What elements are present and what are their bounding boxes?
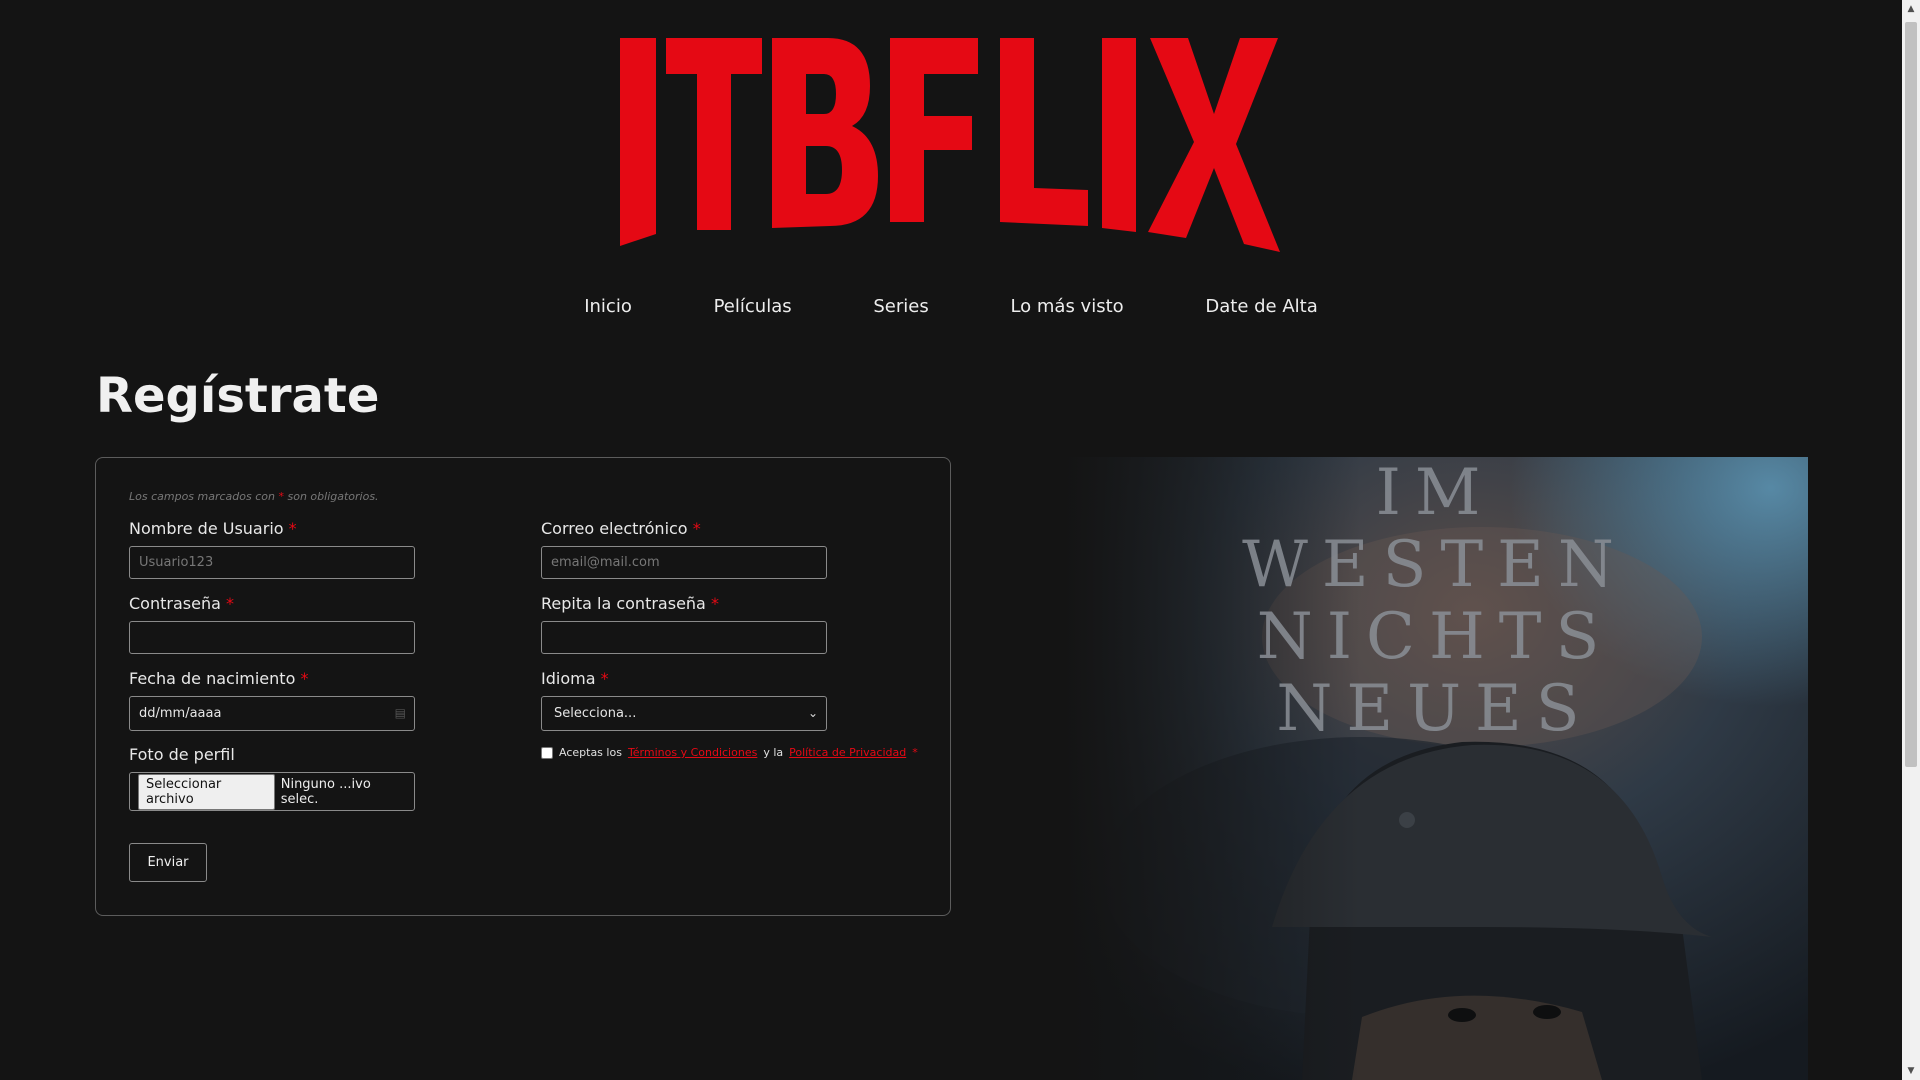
required-mark: * <box>710 594 719 613</box>
birthdate-input[interactable]: dd/mm/aaaa ▤ <box>129 696 415 731</box>
file-status-text: Ninguno ...ivo selec. <box>280 776 371 807</box>
terms-text-1: Aceptas los <box>559 746 622 759</box>
choose-file-button[interactable]: Seleccionar archivo <box>138 773 275 810</box>
photo-label: Foto de perfil <box>129 745 235 764</box>
poster-title-line: NEUES <box>1276 672 1594 746</box>
main-nav: Inicio Películas Series Lo más visto Dat… <box>0 296 1902 317</box>
password-repeat-label-text: Repita la contraseña <box>541 594 706 613</box>
terms-row: Aceptas los Términos y Condiciones y la … <box>541 746 918 759</box>
nav-item-date-de-alta[interactable]: Date de Alta <box>1205 296 1317 317</box>
username-field-group: Nombre de Usuario * Usuario123 <box>129 519 415 579</box>
required-note-text-before: Los campos marcados con <box>129 490 275 503</box>
scroll-up-arrow-icon[interactable]: ▲ <box>1902 0 1920 18</box>
photo-field-group: Foto de perfil Seleccionar archivo Ningu… <box>129 745 415 811</box>
terms-checkbox[interactable] <box>541 746 553 759</box>
required-mark: * <box>300 669 309 688</box>
privacy-link[interactable]: Política de Privacidad <box>789 746 906 759</box>
page-title: Regístrate <box>96 368 380 424</box>
poster-title-line: IM <box>1375 457 1495 530</box>
language-label: Idioma * <box>541 669 827 688</box>
birthdate-label: Fecha de nacimiento * <box>129 669 415 688</box>
language-label-text: Idioma <box>541 669 596 688</box>
birthdate-field-group: Fecha de nacimiento * dd/mm/aaaa ▤ <box>129 669 415 731</box>
nav-item-inicio[interactable]: Inicio <box>584 296 632 317</box>
email-label: Correo electrónico * <box>541 519 827 538</box>
password-repeat-label: Repita la contraseña * <box>541 594 827 613</box>
required-mark: * <box>600 669 609 688</box>
password-label: Contraseña * <box>129 594 415 613</box>
poster-title: IM WESTEN NICHTS NEUES <box>1062 457 1808 745</box>
terms-text-2: y la <box>763 746 784 759</box>
required-mark: * <box>225 594 234 613</box>
required-mark: * <box>278 490 285 503</box>
poster-title-line: NICHTS <box>1256 600 1614 674</box>
required-mark: * <box>288 519 297 538</box>
password-field-group: Contraseña * <box>129 594 415 654</box>
scrollbar-thumb[interactable] <box>1905 22 1917 767</box>
registration-form: Los campos marcados con * son obligatori… <box>95 457 951 916</box>
terms-link[interactable]: Términos y Condiciones <box>628 746 757 759</box>
required-note-text-after: son obligatorios. <box>287 490 379 503</box>
email-label-text: Correo electrónico <box>541 519 688 538</box>
language-select[interactable]: Selecciona... ⌄ <box>541 696 827 731</box>
username-label: Nombre de Usuario * <box>129 519 415 538</box>
photo-file-input: Seleccionar archivo Ninguno ...ivo selec… <box>129 772 415 811</box>
vertical-scrollbar[interactable]: ▲ ▼ <box>1902 0 1920 1080</box>
submit-button[interactable]: Enviar <box>129 843 207 882</box>
username-label-text: Nombre de Usuario <box>129 519 284 538</box>
email-field-group: Correo electrónico * email@mail.com <box>541 519 827 579</box>
scroll-down-arrow-icon[interactable]: ▼ <box>1902 1062 1920 1080</box>
required-fields-note: Los campos marcados con * son obligatori… <box>129 490 379 503</box>
birthdate-value: dd/mm/aaaa <box>139 706 222 721</box>
movie-poster: IM WESTEN NICHTS NEUES <box>1062 457 1808 1080</box>
nav-item-lo-mas-visto[interactable]: Lo más visto <box>1010 296 1123 317</box>
calendar-icon[interactable]: ▤ <box>395 697 406 730</box>
email-input[interactable]: email@mail.com <box>541 546 827 579</box>
nav-item-series[interactable]: Series <box>873 296 928 317</box>
username-input[interactable]: Usuario123 <box>129 546 415 579</box>
required-mark: * <box>912 746 918 759</box>
language-field-group: Idioma * Selecciona... ⌄ <box>541 669 827 731</box>
birthdate-label-text: Fecha de nacimiento <box>129 669 296 688</box>
language-selected-value: Selecciona... <box>554 706 637 721</box>
nav-item-peliculas[interactable]: Películas <box>714 296 792 317</box>
password-label-text: Contraseña <box>129 594 221 613</box>
password-repeat-input[interactable] <box>541 621 827 654</box>
required-mark: * <box>692 519 701 538</box>
logo-letters <box>620 38 1280 252</box>
itbflix-logo[interactable] <box>620 34 1280 260</box>
poster-title-line: WESTEN <box>1242 528 1628 602</box>
password-repeat-field-group: Repita la contraseña * <box>541 594 827 654</box>
chevron-down-icon: ⌄ <box>807 706 818 720</box>
password-input[interactable] <box>129 621 415 654</box>
